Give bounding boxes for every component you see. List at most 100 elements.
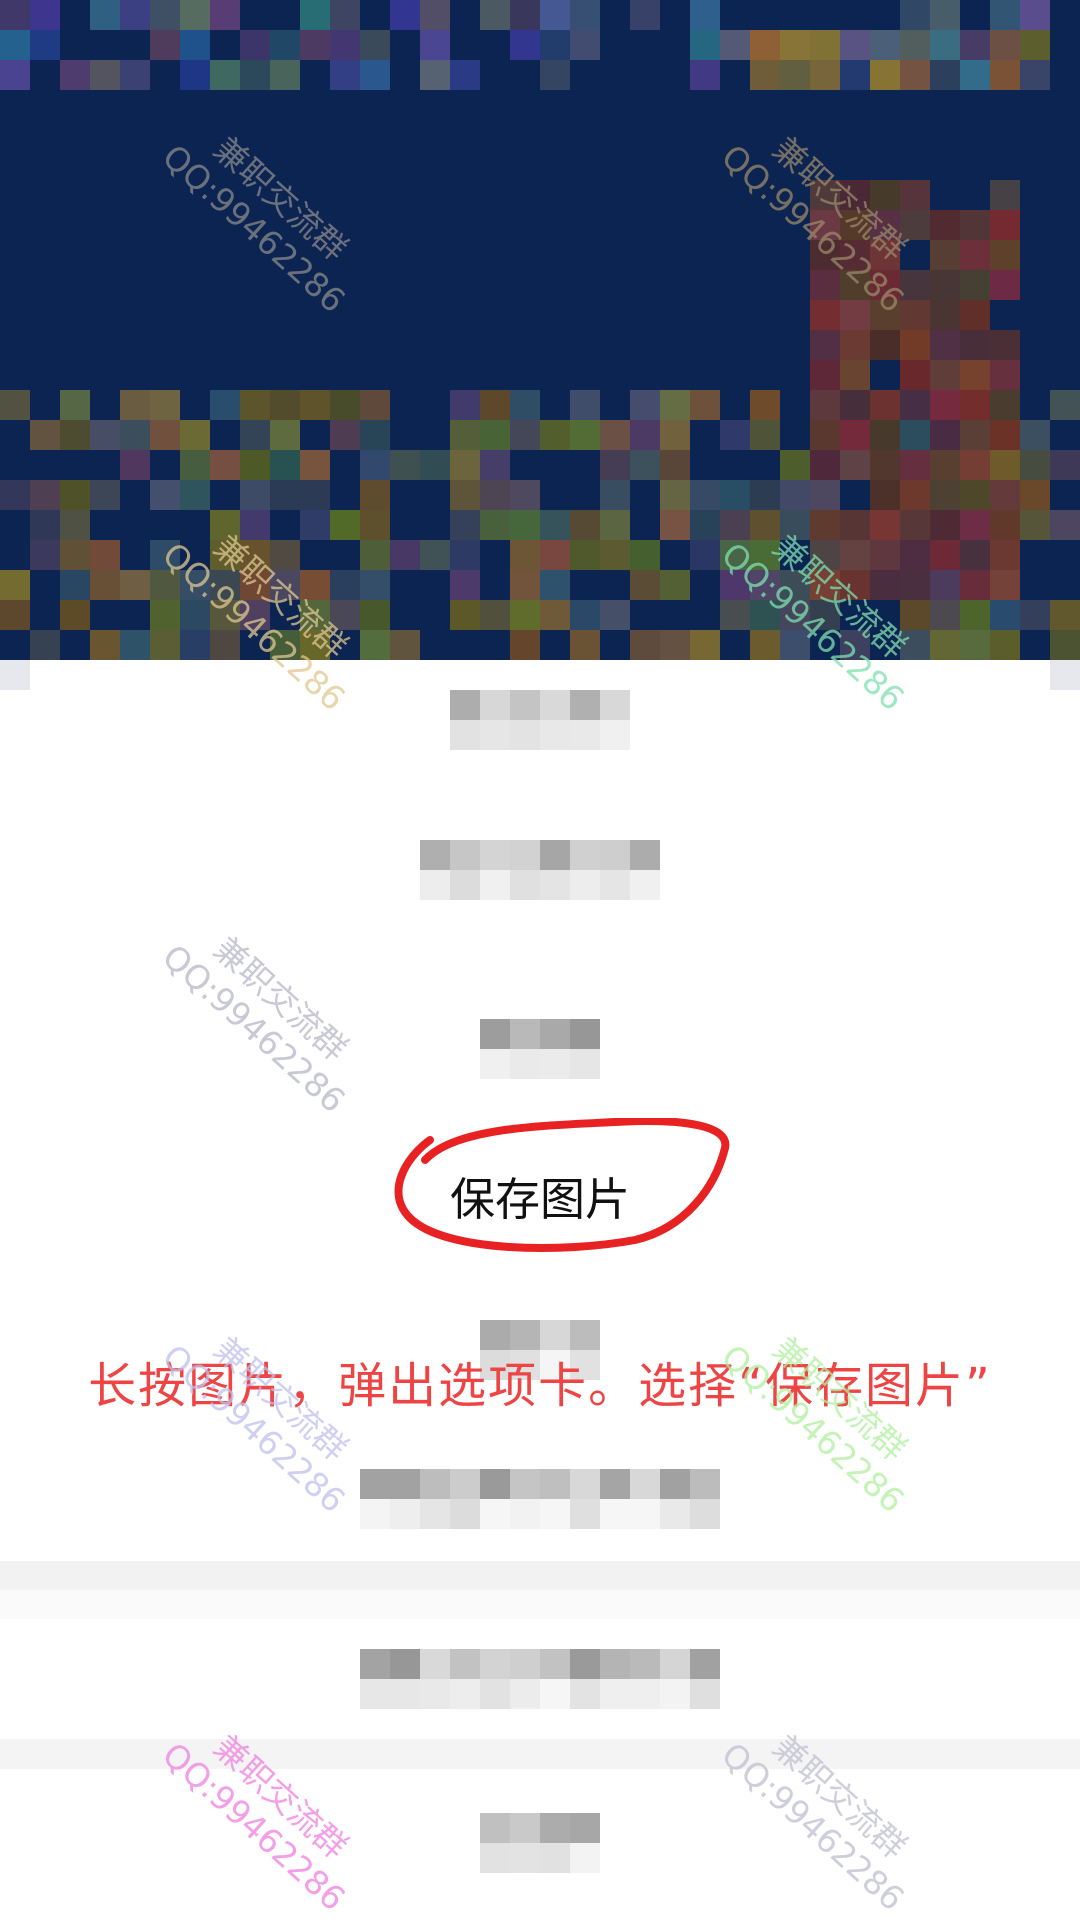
photo-pixel [510,480,540,510]
photo-pixel [1020,600,1050,630]
photo-pixel [810,420,840,450]
photo-pixel [360,450,390,480]
photo-pixel [510,390,540,420]
photo-pixel [300,0,330,30]
photo-pixel [360,480,390,510]
photo-pixel [150,30,180,60]
photo-pixel [120,420,150,450]
photo-pixel [1050,630,1080,660]
photo-pixel [870,570,900,600]
photo-pixel [60,600,90,630]
photo-pixel [780,570,810,600]
photo-pixel [930,630,960,660]
photo-pixel [210,450,240,480]
pixelated-photo[interactable] [0,0,1080,660]
photo-pixel [270,540,300,570]
photo-pixel [690,480,720,510]
blurred-menu-option[interactable] [0,840,1080,900]
photo-pixel [660,420,690,450]
photo-pixel [30,420,60,450]
photo-pixel [570,0,600,30]
photo-pixel [870,60,900,90]
blurred-menu-option[interactable] [0,690,1080,750]
photo-pixel [810,300,840,330]
photo-pixel [540,540,570,570]
photo-pixel [870,180,900,210]
photo-pixel [240,510,270,540]
photo-pixel [990,630,1020,660]
photo-pixel [240,390,270,420]
photo-pixel [960,600,990,630]
photo-pixel [930,240,960,270]
photo-pixel [1020,0,1050,30]
photo-pixel [120,570,150,600]
photo-pixel [720,480,750,510]
photo-pixel [690,630,720,660]
photo-pixel [900,180,930,210]
photo-pixel [750,30,780,60]
photo-pixel [390,540,420,570]
photo-pixel [270,450,300,480]
photo-pixel [870,300,900,330]
photo-pixel [630,570,660,600]
photo-pixel [840,390,870,420]
photo-pixel [120,60,150,90]
photo-pixel [570,630,600,660]
photo-pixel [660,390,690,420]
photo-pixel [210,540,240,570]
photo-pixel [450,570,480,600]
photo-pixel [90,480,120,510]
blurred-menu-option[interactable] [0,1019,1080,1079]
photo-pixel [150,540,180,570]
photo-pixel [900,30,930,60]
photo-pixel [570,540,600,570]
photo-pixel [510,510,540,540]
photo-pixel [960,480,990,510]
photo-pixel [930,540,960,570]
photo-pixel [990,390,1020,420]
photo-pixel [360,540,390,570]
blurred-menu-option[interactable] [0,1469,1080,1529]
blurred-menu-option[interactable] [0,1813,1080,1873]
photo-pixel [150,480,180,510]
photo-pixel [480,600,510,630]
photo-pixel [0,600,30,630]
photo-pixel [630,420,660,450]
photo-pixel [360,510,390,540]
photo-pixel [870,510,900,540]
photo-pixel [660,480,690,510]
photo-pixel [810,540,840,570]
photo-pixel [450,420,480,450]
photo-pixel [330,0,360,30]
photo-pixel [0,480,30,510]
photo-pixel [750,420,780,450]
photo-pixel [990,180,1020,210]
photo-pixel [180,450,210,480]
photo-pixel [180,630,210,660]
photo-pixel [90,420,120,450]
photo-pixel [900,360,930,390]
photo-pixel [60,510,90,540]
photo-pixel [810,30,840,60]
photo-pixel [810,510,840,540]
photo-pixel [780,630,810,660]
photo-pixel [480,480,510,510]
photo-pixel [930,270,960,300]
photo-pixel [780,450,810,480]
photo-pixel [480,390,510,420]
photo-pixel [960,510,990,540]
photo-pixel [900,0,930,30]
photo-pixel [510,630,540,660]
photo-pixel [420,0,450,30]
photo-pixel [990,450,1020,480]
photo-pixel [90,540,120,570]
photo-pixel [690,30,720,60]
photo-pixel [300,480,330,510]
photo-pixel [900,510,930,540]
blurred-menu-option[interactable] [0,1649,1080,1709]
photo-pixel [870,540,900,570]
photo-pixel [750,600,780,630]
photo-pixel [990,210,1020,240]
photo-pixel [390,0,420,30]
photo-pixel [660,510,690,540]
